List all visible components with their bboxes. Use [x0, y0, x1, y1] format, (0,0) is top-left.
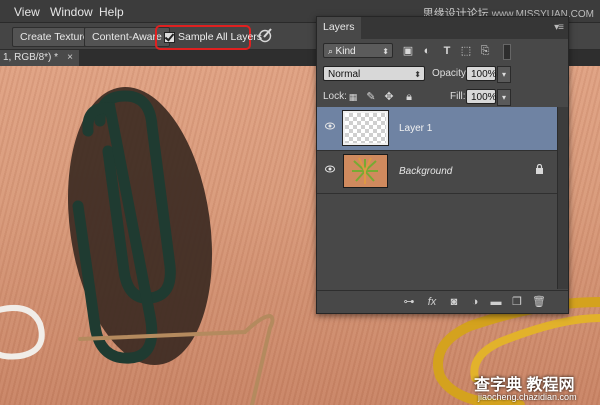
fill-dropdown-button[interactable]: ▾	[497, 89, 511, 106]
white-paperclip	[0, 305, 45, 360]
lock-image-pixels-icon[interactable]: ✎	[365, 91, 377, 103]
layers-panel-footer: ⊶ fx ◙ ◑ ▬ ❐ 🗑︎	[317, 290, 568, 313]
filter-pixel-icon[interactable]: ▣	[402, 45, 414, 57]
background-thumbnail-art	[352, 157, 378, 184]
visibility-eye-icon[interactable]	[325, 122, 335, 130]
layer-filter-row: ⌕ Kind ⬍ ▣ ◐ T ⬚ ⎘	[317, 41, 568, 61]
layer-row-layer-1[interactable]: Layer 1	[317, 107, 568, 151]
layer-name[interactable]: Background	[399, 166, 452, 177]
opacity-label: Opacity:	[432, 68, 469, 79]
lock-icon	[536, 164, 543, 174]
layers-panel: Layers ▾≡ ⌕ Kind ⬍ ▣ ◐ T ⬚ ⎘ Normal ⬍ Op…	[316, 16, 569, 314]
panel-menu-icon[interactable]: ▾≡	[554, 22, 564, 33]
layer-row-background[interactable]: Background	[317, 150, 568, 194]
chevron-down-icon: ⬍	[382, 47, 389, 56]
opacity-input[interactable]: 100%	[466, 66, 497, 81]
filter-kind-select[interactable]: ⌕ Kind ⬍	[323, 43, 393, 58]
layer-name[interactable]: Layer 1	[399, 123, 432, 134]
brush-pressure-icon[interactable]	[258, 27, 274, 43]
document-tab-title: 1, RGB/8*) *	[3, 52, 59, 63]
tab-layers[interactable]: Layers	[317, 17, 361, 39]
filter-type-icon[interactable]: T	[441, 45, 453, 57]
search-icon: ⌕	[328, 46, 336, 56]
menu-window[interactable]: Window	[50, 5, 93, 19]
blend-row: Normal ⬍ Opacity: 100% ▾	[317, 64, 568, 84]
link-icon[interactable]: ⊶	[402, 295, 416, 309]
fill-label: Fill:	[450, 91, 466, 102]
menu-help[interactable]: Help	[99, 5, 124, 19]
filter-shape-icon[interactable]: ⬚	[460, 45, 472, 57]
layers-list: Layer 1 Background	[317, 107, 568, 287]
visibility-eye-icon[interactable]	[325, 165, 335, 173]
mask-icon[interactable]: ◙	[447, 295, 461, 309]
opacity-dropdown-button[interactable]: ▾	[497, 66, 511, 83]
lock-label: Lock:	[323, 91, 347, 102]
filter-adjustment-icon[interactable]: ◐	[421, 45, 433, 57]
yellow-paperclip-inner	[470, 314, 600, 382]
fill-value: 100%	[471, 92, 497, 103]
opacity-value: 100%	[471, 69, 497, 80]
lock-transparent-pixels-icon[interactable]: ▦	[347, 91, 359, 103]
chevron-down-icon: ⬍	[414, 70, 421, 79]
filter-smart-object-icon[interactable]: ⎘	[479, 45, 491, 57]
group-icon[interactable]: ▬	[489, 295, 503, 309]
canvas-watermark-url: jiaocheng.chazidian.com	[478, 392, 577, 402]
lock-position-icon[interactable]: ✥	[383, 91, 395, 103]
layer-thumbnail	[342, 110, 389, 146]
sample-all-layers-callout: Sample All Layers	[155, 25, 262, 50]
new-layer-icon[interactable]: ❐	[510, 295, 524, 309]
fill-input[interactable]: 100%	[466, 89, 497, 104]
trash-icon[interactable]: 🗑︎	[532, 295, 546, 309]
filter-kind-label: Kind	[335, 46, 356, 57]
fx-icon[interactable]: fx	[425, 295, 439, 309]
filter-toggle-switch[interactable]	[503, 44, 511, 60]
adjustment-icon[interactable]: ◑	[468, 295, 482, 309]
document-tab[interactable]: 1, RGB/8*) * ×	[0, 50, 79, 66]
sample-all-layers-label[interactable]: Sample All Layers	[178, 31, 262, 43]
blend-mode-value: Normal	[328, 69, 361, 80]
layers-panel-tab-row: Layers ▾≡	[317, 17, 568, 39]
layers-scrollbar[interactable]	[557, 107, 568, 289]
blend-mode-select[interactable]: Normal ⬍	[323, 66, 425, 81]
layer-thumbnail	[343, 154, 388, 188]
lock-row: Lock: ▦ ✎ ✥ 🔒︎ Fill: 100% ▾	[317, 86, 568, 106]
lock-all-icon[interactable]: 🔒︎	[403, 91, 415, 103]
menu-view[interactable]: View	[14, 5, 40, 19]
close-icon[interactable]: ×	[67, 50, 73, 66]
sample-all-layers-checkbox[interactable]	[164, 32, 175, 43]
